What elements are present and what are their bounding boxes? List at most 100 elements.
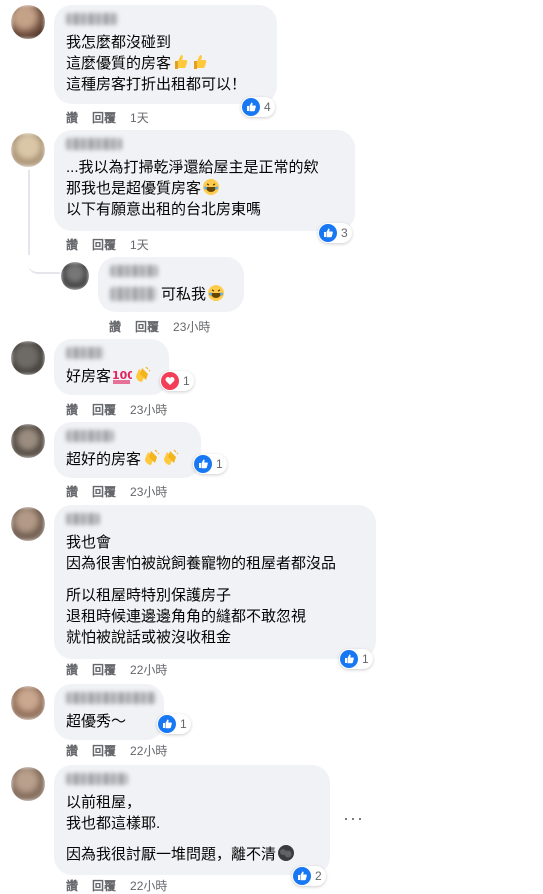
thumbs-up-emoji-icon <box>191 53 209 71</box>
comment-bubble: 可私我 <box>98 257 244 312</box>
comment-line: 好房客 <box>66 368 112 385</box>
avatar[interactable] <box>11 133 45 167</box>
like-link[interactable]: 讚 <box>66 742 78 759</box>
timestamp[interactable]: 23小時 <box>130 483 167 500</box>
comment-actions: 讚 回覆 23小時 <box>109 318 224 335</box>
reaction-summary[interactable]: 2 <box>292 866 326 886</box>
timestamp[interactable]: 1天 <box>130 109 149 126</box>
like-link[interactable]: 讚 <box>66 877 78 894</box>
comment-line: 我也都這樣耶. <box>66 815 161 832</box>
reply-link[interactable]: 回覆 <box>92 661 116 678</box>
like-link[interactable]: 讚 <box>66 109 78 126</box>
reply-link[interactable]: 回覆 <box>92 109 116 126</box>
author-name[interactable] <box>66 773 128 785</box>
comment-line: 那我也是超優質房客 <box>66 180 202 197</box>
reaction-count: 3 <box>341 226 348 240</box>
comment-actions: 讚 回覆 1天 <box>66 236 163 253</box>
timestamp[interactable]: 22小時 <box>130 742 167 759</box>
reaction-summary[interactable]: 3 <box>318 223 352 243</box>
reaction-count: 1 <box>180 717 187 731</box>
comment-bubble: 我也會 因為很害怕被說飼養寵物的租屋者都沒品 所以租屋時特別保護房子 退租時候連… <box>54 505 376 659</box>
comment-actions: 讚 回覆 23小時 <box>66 483 181 500</box>
author-name[interactable] <box>66 430 114 442</box>
reaction-count: 1 <box>216 457 223 471</box>
avatar[interactable] <box>11 686 45 720</box>
avatar[interactable] <box>11 341 45 375</box>
reaction-count: 4 <box>264 100 271 114</box>
like-link[interactable]: 讚 <box>109 318 121 335</box>
author-name[interactable] <box>110 265 158 277</box>
face-in-clouds-emoji-icon <box>277 844 295 862</box>
comment-line: 所以租屋時特別保護房子 <box>66 587 232 604</box>
avatar[interactable] <box>61 262 89 290</box>
like-link[interactable]: 讚 <box>66 401 78 418</box>
comment-actions: 讚 回覆 23小時 <box>66 401 181 418</box>
avatar[interactable] <box>11 424 45 458</box>
reply-link[interactable]: 回覆 <box>92 877 116 894</box>
comment-bubble: ...我以為打掃乾淨還給屋主是正常的欸 那我也是超優質房客 以下有願意出租的台北… <box>54 130 355 231</box>
reaction-summary[interactable]: 1 <box>193 454 227 474</box>
comment-line: 以下有願意出租的台北房東嗎 <box>66 201 262 218</box>
timestamp[interactable]: 22小時 <box>130 877 167 894</box>
thread-connector <box>28 252 60 274</box>
more-options-icon[interactable]: ··· <box>343 808 364 829</box>
reply-link[interactable]: 回覆 <box>92 483 116 500</box>
comment-line: 超好的房客 <box>66 451 142 468</box>
comment-line: ...我以為打掃乾淨還給屋主是正常的欸 <box>66 159 319 176</box>
reaction-summary[interactable]: 1 <box>339 649 373 669</box>
comment-bubble: 超優秀～ <box>54 684 164 740</box>
thumbs-up-emoji-icon <box>172 53 190 71</box>
avatar[interactable] <box>11 767 45 801</box>
like-reaction-icon <box>158 715 176 733</box>
comment-line: 超優秀～ <box>66 713 127 730</box>
like-link[interactable]: 讚 <box>66 236 78 253</box>
clapping-hands-emoji-icon <box>133 366 151 384</box>
mentioned-name[interactable] <box>110 287 156 301</box>
reaction-count: 1 <box>183 374 190 388</box>
reaction-count: 2 <box>315 869 322 883</box>
like-link[interactable]: 讚 <box>66 661 78 678</box>
comment-line: 就怕被說話或被沒收租金 <box>66 629 232 646</box>
reply-link[interactable]: 回覆 <box>92 742 116 759</box>
comment-line: 退租時候連邊邊角角的縫都不敢忽視 <box>66 608 307 625</box>
reaction-count: 1 <box>362 652 369 666</box>
author-name[interactable] <box>66 13 118 25</box>
comment-bubble: 以前租屋， 我也都這樣耶. 因為我很討厭一堆問題，離不清 <box>54 765 330 875</box>
comment-line: 因為我很討厭一堆問題，離不清 <box>66 846 277 863</box>
comment-actions: 讚 回覆 22小時 <box>66 877 181 894</box>
comment-line: 這麼優質的房客 <box>66 55 172 72</box>
like-reaction-icon <box>293 867 311 885</box>
author-name[interactable] <box>66 513 100 525</box>
reaction-summary[interactable]: 4 <box>241 97 275 117</box>
comment-line: 這種房客打折出租都可以！ <box>66 76 247 93</box>
avatar[interactable] <box>11 507 45 541</box>
laughing-emoji-icon <box>202 178 220 196</box>
comment-bubble: 超好的房客 <box>54 422 201 478</box>
reply-link[interactable]: 回覆 <box>135 318 159 335</box>
comment-line: 因為很害怕被說飼養寵物的租屋者都沒品 <box>66 555 337 572</box>
like-reaction-icon <box>319 224 337 242</box>
comment-actions: 讚 回覆 22小時 <box>66 661 181 678</box>
timestamp[interactable]: 22小時 <box>130 661 167 678</box>
timestamp[interactable]: 1天 <box>130 236 149 253</box>
author-name[interactable] <box>66 347 104 359</box>
timestamp[interactable]: 23小時 <box>130 401 167 418</box>
reply-link[interactable]: 回覆 <box>92 401 116 418</box>
timestamp[interactable]: 23小時 <box>173 318 210 335</box>
author-name[interactable] <box>66 692 156 704</box>
clapping-hands-emoji-icon <box>161 449 179 467</box>
svg-text:100: 100 <box>112 369 132 382</box>
comment-line: 可私我 <box>161 286 207 303</box>
like-link[interactable]: 讚 <box>66 483 78 500</box>
reaction-summary[interactable]: 1 <box>157 714 191 734</box>
author-name[interactable] <box>66 138 122 150</box>
comment-bubble: 好房客 100 <box>54 339 169 395</box>
avatar[interactable] <box>11 5 45 39</box>
reaction-summary[interactable]: 1 <box>160 371 194 391</box>
like-reaction-icon <box>194 455 212 473</box>
love-reaction-icon <box>161 372 179 390</box>
reply-link[interactable]: 回覆 <box>92 236 116 253</box>
like-reaction-icon <box>242 98 260 116</box>
comment-actions: 讚 回覆 1天 <box>66 109 163 126</box>
hundred-points-emoji-icon: 100 <box>112 366 135 384</box>
